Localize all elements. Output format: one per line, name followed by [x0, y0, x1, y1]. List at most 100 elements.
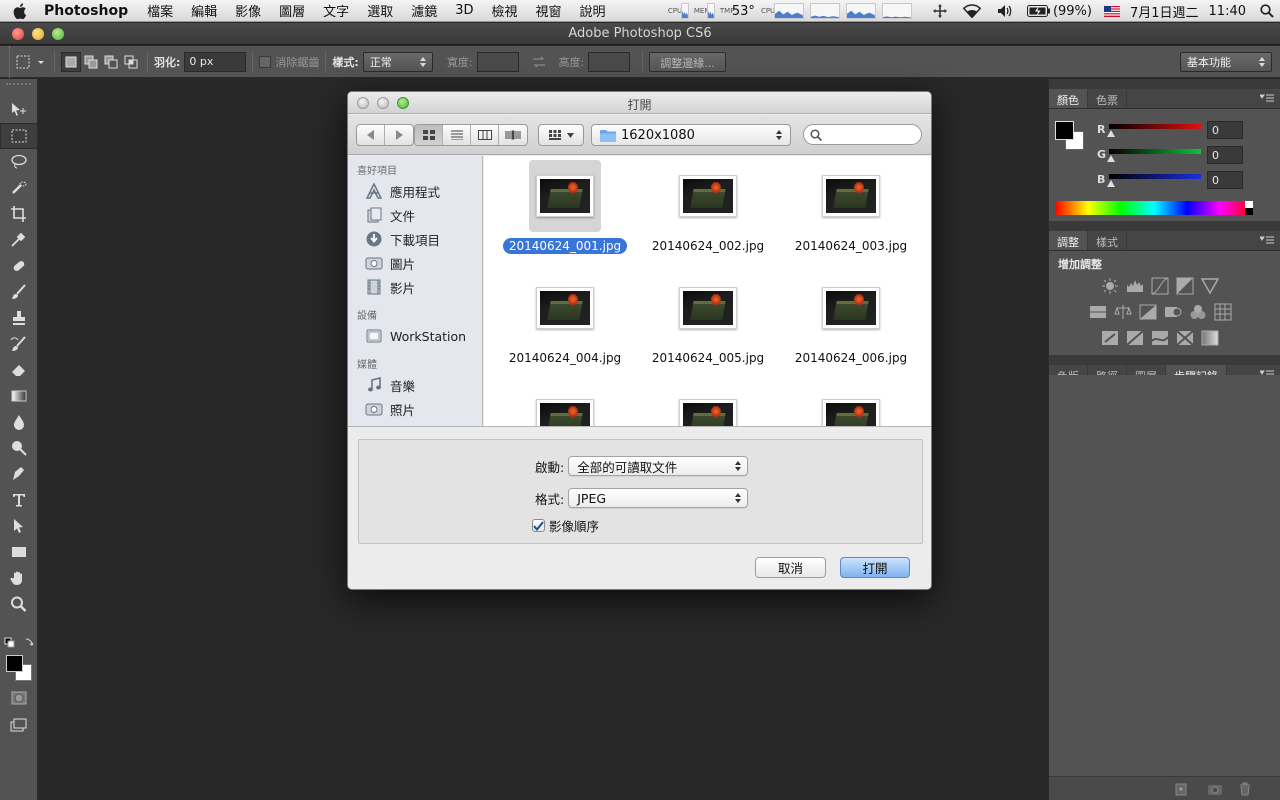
menu-select[interactable]: 選取: [358, 1, 402, 20]
temperature-reading[interactable]: 53°: [732, 4, 755, 19]
file-thumbnail[interactable]: [815, 384, 887, 426]
sidebar-item-photos[interactable]: 照片: [348, 397, 482, 421]
blue-slider-thumb-icon[interactable]: [1107, 180, 1115, 187]
photo-filter-icon[interactable]: [1164, 303, 1182, 321]
menu-help[interactable]: 說明: [571, 1, 615, 20]
sidebar-item-movies[interactable]: 影片: [348, 275, 482, 299]
new-selection-icon[interactable]: [61, 51, 81, 72]
rectangle-tool[interactable]: [0, 539, 38, 565]
file-item[interactable]: [781, 384, 921, 426]
file-thumbnail[interactable]: [672, 384, 744, 426]
invert-icon[interactable]: [1101, 329, 1119, 347]
panels-collapse-bar[interactable]: [1049, 79, 1280, 89]
lasso-tool[interactable]: [0, 149, 38, 175]
color-lookup-icon[interactable]: [1214, 303, 1232, 321]
gradient-tool[interactable]: [0, 383, 38, 409]
eraser-tool[interactable]: [0, 357, 38, 383]
red-slider[interactable]: [1109, 124, 1201, 129]
menu-filter[interactable]: 濾鏡: [402, 1, 446, 20]
menu-image[interactable]: 影像: [226, 1, 270, 20]
panel-divider[interactable]: [1049, 221, 1280, 231]
tab-styles[interactable]: 樣式: [1088, 231, 1127, 250]
spotlight-search-icon[interactable]: [1260, 4, 1274, 18]
list-view-button[interactable]: [443, 125, 471, 145]
pen-tool[interactable]: [0, 461, 38, 487]
enable-popup[interactable]: 全部的可讀取文件: [568, 456, 749, 476]
apple-icon[interactable]: [0, 2, 40, 19]
color-spectrum-ramp[interactable]: [1055, 201, 1253, 215]
file-thumbnail[interactable]: [529, 272, 601, 344]
file-item[interactable]: 20140624_002.jpg: [638, 160, 778, 254]
panel-divider[interactable]: [1049, 355, 1280, 365]
cancel-button[interactable]: 取消: [755, 557, 826, 578]
file-item[interactable]: 20140624_006.jpg: [781, 272, 921, 366]
menu-type[interactable]: 文字: [314, 1, 358, 20]
clock-date[interactable]: 7月1日週二: [1130, 2, 1199, 21]
toolbox-grip[interactable]: [6, 83, 31, 93]
curves-icon[interactable]: [1151, 277, 1169, 295]
posterize-icon[interactable]: [1126, 329, 1144, 347]
cpu-graph-2[interactable]: [809, 3, 840, 19]
menu-edit[interactable]: 編輯: [182, 1, 226, 20]
panel-menu-icon[interactable]: [1260, 94, 1274, 102]
zoom-tool[interactable]: [0, 591, 38, 617]
file-thumbnail[interactable]: [672, 272, 744, 344]
brightness-contrast-icon[interactable]: [1101, 277, 1119, 295]
selective-color-icon[interactable]: [1176, 329, 1194, 347]
sidebar-item-workstation[interactable]: WorkStation: [348, 324, 482, 348]
file-thumbnail[interactable]: [529, 160, 601, 232]
file-thumbnail[interactable]: [815, 160, 887, 232]
sidebar-item-music[interactable]: 音樂: [348, 373, 482, 397]
app-menu-photoshop[interactable]: Photoshop: [40, 3, 138, 19]
threshold-icon[interactable]: [1151, 329, 1169, 347]
spectrum-black-white[interactable]: [1245, 201, 1253, 215]
blue-slider[interactable]: [1109, 174, 1201, 179]
icon-view-button[interactable]: [415, 125, 443, 145]
menu-file[interactable]: 檔案: [138, 1, 182, 20]
exposure-icon[interactable]: [1176, 277, 1194, 295]
search-field[interactable]: [803, 124, 922, 145]
type-tool[interactable]: [0, 487, 38, 513]
options-bar-grip[interactable]: [0, 45, 10, 78]
hue-saturation-icon[interactable]: [1089, 303, 1107, 321]
add-to-selection-icon[interactable]: [81, 52, 101, 72]
default-colors-icon[interactable]: [4, 637, 34, 649]
arrange-button[interactable]: [539, 125, 583, 145]
clock-time[interactable]: 11:40: [1209, 4, 1246, 19]
feather-input[interactable]: 0 px: [184, 51, 247, 72]
location-popup[interactable]: 1620x1080: [591, 124, 791, 146]
cpu-meter[interactable]: [680, 3, 689, 19]
crop-tool[interactable]: [0, 201, 38, 227]
clone-stamp-tool[interactable]: [0, 305, 38, 331]
history-brush-tool[interactable]: [0, 331, 38, 357]
sidebar-item-pictures[interactable]: 圖片: [348, 251, 482, 275]
tab-color[interactable]: 顏色: [1049, 89, 1088, 108]
back-button[interactable]: [357, 125, 385, 145]
new-document-from-state-icon[interactable]: [1173, 782, 1189, 796]
arrange-control[interactable]: [538, 124, 584, 146]
delete-state-icon[interactable]: [1237, 782, 1253, 796]
file-item[interactable]: 20140624_003.jpg: [781, 160, 921, 254]
file-item[interactable]: 20140624_001.jpg: [495, 160, 635, 254]
open-button[interactable]: 打開: [840, 557, 910, 578]
new-snapshot-icon[interactable]: [1207, 782, 1223, 796]
sidebar-item-applications[interactable]: 應用程式: [348, 179, 482, 203]
format-popup[interactable]: JPEG: [568, 488, 749, 508]
panel-foreground-swatch[interactable]: [1055, 121, 1074, 140]
marquee-tool[interactable]: [0, 123, 38, 149]
move-tool[interactable]: [0, 97, 38, 123]
tab-swatches[interactable]: 色票: [1088, 89, 1127, 108]
menu-layer[interactable]: 圖層: [270, 1, 314, 20]
network-graph[interactable]: [845, 3, 876, 19]
tool-preset-picker[interactable]: [14, 52, 48, 72]
blue-value-input[interactable]: 0: [1207, 171, 1243, 189]
screen-mode-icon[interactable]: [0, 713, 38, 739]
column-view-button[interactable]: [471, 125, 499, 145]
file-item[interactable]: [495, 384, 635, 426]
file-thumbnail[interactable]: [529, 384, 601, 426]
file-item[interactable]: 20140624_004.jpg: [495, 272, 635, 366]
foreground-color-swatch[interactable]: [6, 655, 23, 672]
sidebar-item-downloads[interactable]: 下載項目: [348, 227, 482, 251]
workspace-select[interactable]: 基本功能: [1180, 52, 1272, 72]
red-value-input[interactable]: 0: [1207, 121, 1243, 139]
